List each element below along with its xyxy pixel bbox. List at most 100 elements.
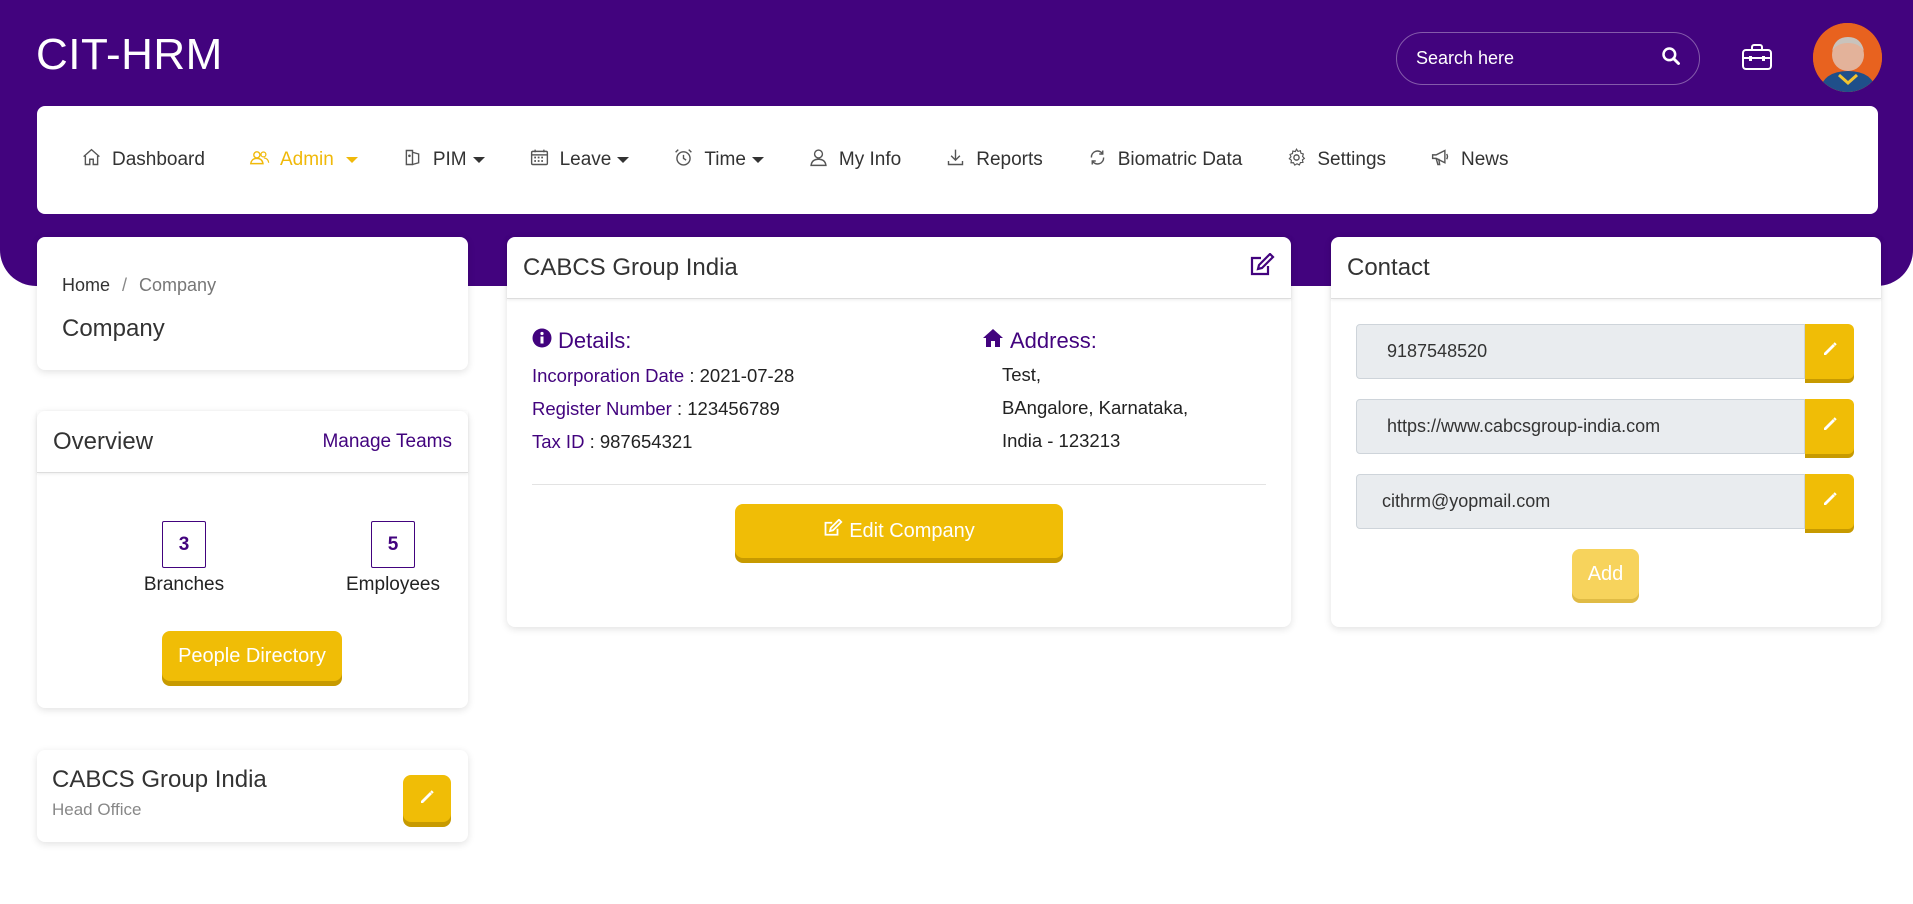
register-row: Register Number : 123456789 <box>532 397 962 420</box>
nav-label: News <box>1461 149 1509 170</box>
company-card: CABCS Group India Details: Incorporation… <box>507 237 1291 627</box>
contact-website-row: https://www.cabcsgroup-india.com <box>1356 399 1854 454</box>
tax-label: Tax ID <box>532 431 585 452</box>
edit-email-button[interactable] <box>1805 474 1854 529</box>
edit-phone-button[interactable] <box>1805 324 1854 379</box>
register-value: : 123456789 <box>671 398 780 419</box>
breadcrumb-card: Home / Company Company <box>37 237 468 370</box>
nav-label: Settings <box>1317 149 1387 170</box>
nav-label: Dashboard <box>112 149 205 170</box>
divider <box>532 484 1266 485</box>
nav-item-news[interactable]: News <box>1430 147 1509 174</box>
company-name: CABCS Group India <box>523 253 738 281</box>
nav-item-reports[interactable]: Reports <box>945 147 1043 174</box>
manage-teams-link[interactable]: Manage Teams <box>322 431 452 453</box>
email-field[interactable]: cithrm@yopmail.com <box>1356 474 1805 529</box>
office-card: CABCS Group India Head Office <box>37 750 468 842</box>
edit-company-button[interactable]: Edit Company <box>735 504 1063 558</box>
search-input[interactable] <box>1416 48 1661 69</box>
nav-item-my-info[interactable]: My Info <box>808 147 901 174</box>
office-type: Head Office <box>52 800 142 819</box>
nav-label: PIM <box>432 149 467 170</box>
pencil-icon <box>419 789 435 808</box>
phone-field[interactable]: 9187548520 <box>1356 324 1805 379</box>
contact-title: Contact <box>1347 253 1430 281</box>
pencil-icon <box>1822 416 1838 437</box>
address-section: Address: Test, BAngalore, Karnataka, Ind… <box>982 328 1272 457</box>
nav-label: Time <box>704 149 746 170</box>
incorporation-label: Incorporation Date <box>532 365 685 386</box>
calendar-icon <box>529 147 550 174</box>
search-icon[interactable] <box>1661 46 1681 71</box>
id-card-icon <box>402 147 423 174</box>
app-brand[interactable]: CIT-HRM <box>36 30 223 80</box>
download-icon <box>945 147 966 174</box>
edit-office-button[interactable] <box>403 775 451 822</box>
nav-item-settings[interactable]: Settings <box>1286 147 1386 174</box>
nav-item-dashboard[interactable]: Dashboard <box>81 147 205 174</box>
breadcrumb-home-link[interactable]: Home <box>62 275 110 295</box>
address-line: Test, <box>1002 364 1042 385</box>
address-heading: Address: <box>982 328 1272 354</box>
nav-label: Leave <box>559 149 612 170</box>
address-line: BAngalore, Karnataka, <box>1002 397 1189 418</box>
address-line: India - 123213 <box>1002 430 1121 451</box>
tax-row: Tax ID : 987654321 <box>532 430 962 453</box>
nav-item-biomatric-data[interactable]: Biomatric Data <box>1087 147 1243 174</box>
edit-square-icon <box>823 518 843 543</box>
register-label: Register Number <box>532 398 672 419</box>
nav-label: Admin <box>279 149 334 170</box>
nav-item-time[interactable]: Time <box>673 147 764 174</box>
edit-square-icon[interactable] <box>1249 252 1275 282</box>
branches-count[interactable]: 3 <box>162 521 206 568</box>
address-title: Address: <box>1010 328 1097 353</box>
home-solid-icon <box>982 328 1004 354</box>
details-heading: Details: <box>532 328 962 354</box>
user-icon <box>808 147 829 174</box>
website-field[interactable]: https://www.cabcsgroup-india.com <box>1356 399 1805 454</box>
breadcrumb: Home / Company <box>62 275 216 296</box>
contact-phone-row: 9187548520 <box>1356 324 1854 379</box>
add-contact-button[interactable]: Add <box>1572 549 1639 599</box>
avatar[interactable] <box>1813 23 1882 92</box>
edit-company-label: Edit Company <box>849 519 975 542</box>
contact-card: Contact 9187548520 https://www.cabcsgrou… <box>1331 237 1881 627</box>
incorporation-row: Incorporation Date : 2021-07-28 <box>532 364 962 387</box>
nav-item-admin[interactable]: Admin <box>249 147 358 174</box>
main-nav: Dashboard Admin PIM Leave Time My Info R… <box>37 106 1878 214</box>
home-icon <box>81 147 102 174</box>
nav-label: Biomatric Data <box>1117 149 1243 170</box>
details-section: Details: Incorporation Date : 2021-07-28… <box>532 328 962 453</box>
pencil-icon <box>1822 341 1838 362</box>
office-name: CABCS Group India <box>52 766 267 793</box>
briefcase-icon[interactable] <box>1740 42 1774 72</box>
chevron-down-icon <box>472 157 485 163</box>
employees-label: Employees <box>346 574 440 595</box>
contact-header: Contact <box>1331 237 1881 299</box>
search-box[interactable] <box>1396 32 1700 85</box>
page-title: Company <box>62 315 165 342</box>
tax-value: : 987654321 <box>584 431 693 452</box>
nav-item-leave[interactable]: Leave <box>529 147 630 174</box>
branches-label: Branches <box>143 574 225 595</box>
breadcrumb-current: Company <box>139 275 217 295</box>
branches-stat[interactable]: 3 Branches <box>107 521 261 596</box>
megaphone-icon <box>1430 147 1451 174</box>
chevron-down-icon <box>345 157 358 163</box>
refresh-icon <box>1087 147 1108 174</box>
employees-stat[interactable]: 5 Employees <box>316 521 470 596</box>
contact-email-row: cithrm@yopmail.com <box>1356 474 1854 529</box>
breadcrumb-separator: / <box>122 275 128 295</box>
employees-count[interactable]: 5 <box>371 521 415 568</box>
overview-header: Overview Manage Teams <box>37 411 468 473</box>
nav-label: My Info <box>838 149 902 170</box>
info-circle-icon <box>532 328 552 354</box>
nav-item-pim[interactable]: PIM <box>402 147 485 174</box>
people-directory-button[interactable]: People Directory <box>162 631 342 681</box>
edit-website-button[interactable] <box>1805 399 1854 454</box>
gear-icon <box>1286 147 1307 174</box>
nav-label: Reports <box>976 149 1043 170</box>
company-header: CABCS Group India <box>507 237 1291 299</box>
users-icon <box>249 147 270 174</box>
details-title: Details: <box>558 328 632 353</box>
